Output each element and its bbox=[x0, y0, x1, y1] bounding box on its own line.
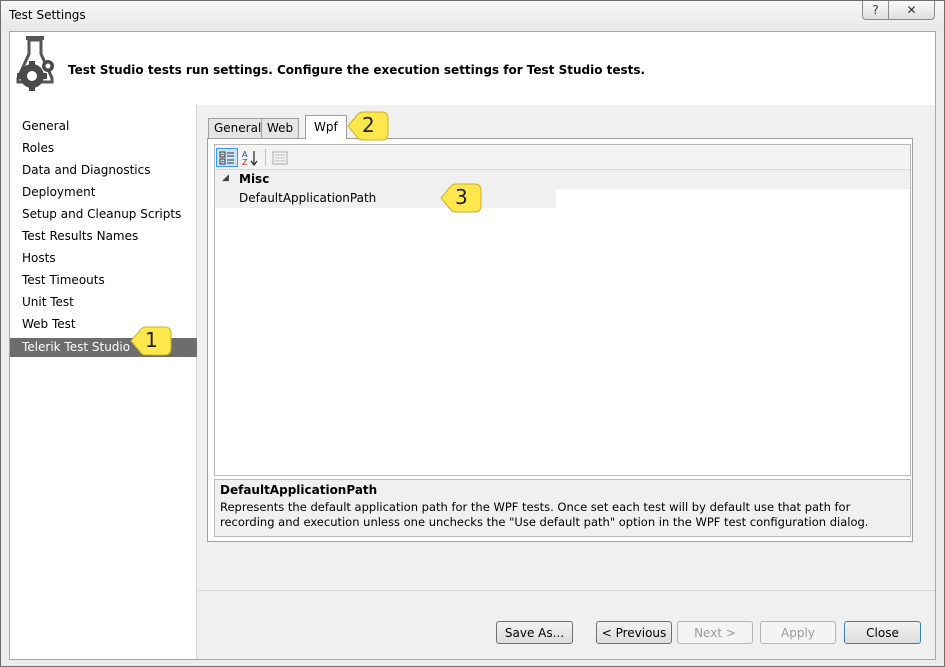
categorized-icon bbox=[219, 151, 234, 164]
save-as-button[interactable]: Save As... bbox=[496, 621, 573, 644]
dialog-header: Test Studio tests run settings. Configur… bbox=[10, 32, 935, 105]
title-buttons: ? ✕ bbox=[862, 1, 935, 20]
callout-2: 2 bbox=[346, 109, 390, 143]
nav-item-test-timeouts[interactable]: Test Timeouts bbox=[10, 271, 197, 290]
property-grid: A Z ◢ Misc DefaultApplicationPath bbox=[214, 144, 911, 476]
property-pages-icon bbox=[272, 151, 288, 164]
nav-item-test-results-names[interactable]: Test Results Names bbox=[10, 227, 197, 246]
tab-web[interactable]: Web bbox=[261, 118, 300, 138]
close-button[interactable]: Close bbox=[844, 621, 921, 644]
property-grid-toolbar: A Z bbox=[215, 145, 910, 170]
title-bar: Test Settings ? ✕ bbox=[1, 1, 944, 31]
tab-general[interactable]: General bbox=[208, 118, 268, 138]
test-settings-window: Test Settings ? ✕ Test Studio tests run … bbox=[0, 0, 945, 667]
description-text: Represents the default application path … bbox=[220, 500, 869, 529]
nav-item-deployment[interactable]: Deployment bbox=[10, 183, 197, 202]
nav-item-hosts[interactable]: Hosts bbox=[10, 249, 197, 268]
alphabetical-button[interactable]: A Z bbox=[239, 148, 261, 167]
category-name: Misc bbox=[239, 172, 270, 186]
toolbar-separator bbox=[265, 149, 266, 166]
property-description-panel: DefaultApplicationPath Represents the de… bbox=[214, 479, 911, 537]
wpf-tab-panel: A Z ◢ Misc DefaultApplicationPath Defaul… bbox=[207, 138, 913, 542]
callout-3: 3 bbox=[439, 181, 483, 215]
help-icon: ? bbox=[872, 3, 879, 17]
close-window-button[interactable]: ✕ bbox=[889, 1, 935, 20]
settings-nav: General Roles Data and Diagnostics Deplo… bbox=[10, 105, 197, 659]
dialog-footer: Save As... < Previous Next > Apply Close bbox=[198, 590, 935, 659]
property-value-field[interactable] bbox=[555, 189, 910, 208]
tab-wpf[interactable]: Wpf bbox=[305, 115, 347, 139]
property-row-default-application-path[interactable]: DefaultApplicationPath bbox=[215, 189, 910, 208]
nav-item-unit-test[interactable]: Unit Test bbox=[10, 293, 197, 312]
categorized-button[interactable] bbox=[216, 148, 238, 167]
nav-item-roles[interactable]: Roles bbox=[10, 139, 197, 158]
nav-item-general[interactable]: General bbox=[10, 117, 197, 136]
sort-az-icon: A Z bbox=[242, 150, 258, 167]
property-pages-button[interactable] bbox=[269, 148, 291, 167]
header-description: Test Studio tests run settings. Configur… bbox=[68, 63, 646, 77]
flask-gear-icon bbox=[16, 36, 54, 91]
apply-button[interactable]: Apply bbox=[760, 621, 836, 644]
next-button[interactable]: Next > bbox=[677, 621, 753, 644]
collapse-arrow-icon[interactable]: ◢ bbox=[222, 173, 229, 183]
callout-number: 3 bbox=[455, 185, 468, 209]
category-row-misc[interactable]: ◢ Misc bbox=[215, 170, 910, 189]
callout-number: 1 bbox=[145, 328, 158, 352]
property-name: DefaultApplicationPath bbox=[239, 191, 377, 205]
settings-content: General Web Wpf A Z ◢ Misc DefaultApplic… bbox=[198, 105, 935, 590]
close-icon: ✕ bbox=[906, 3, 917, 17]
callout-number: 2 bbox=[362, 113, 375, 137]
previous-button[interactable]: < Previous bbox=[596, 621, 672, 644]
nav-item-setup-cleanup-scripts[interactable]: Setup and Cleanup Scripts bbox=[10, 205, 197, 224]
help-button[interactable]: ? bbox=[862, 1, 889, 20]
sort-z-letter: Z bbox=[242, 158, 248, 167]
nav-item-data-and-diagnostics[interactable]: Data and Diagnostics bbox=[10, 161, 197, 180]
window-title: Test Settings bbox=[9, 8, 86, 22]
callout-1: 1 bbox=[129, 324, 173, 358]
description-title: DefaultApplicationPath bbox=[220, 483, 378, 497]
